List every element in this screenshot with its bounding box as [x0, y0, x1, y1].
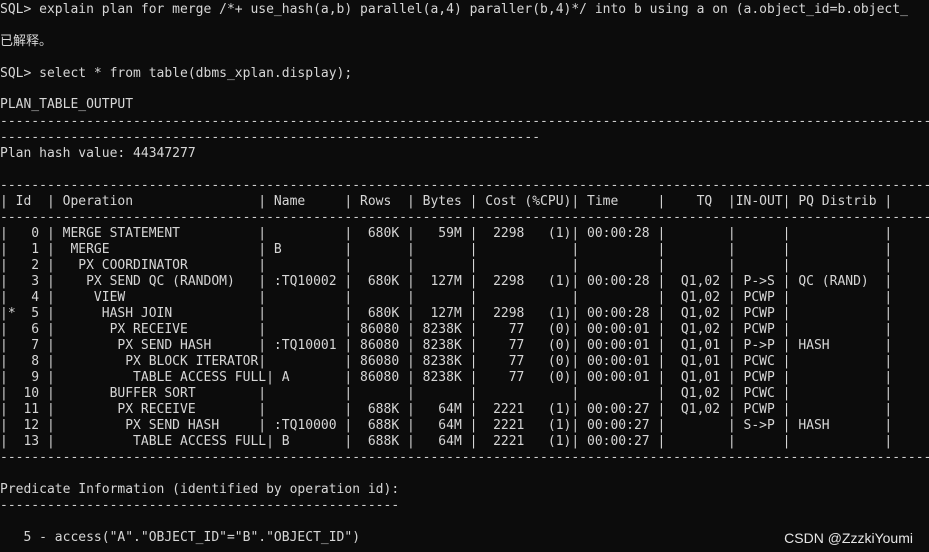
- table-row: | 1 | MERGE | B | | | | | | | |: [0, 242, 893, 257]
- csdn-watermark: CSDN @ZzzkiYoumi: [784, 530, 913, 546]
- sql-command-select: SQL> select * from table(dbms_xplan.disp…: [0, 66, 353, 81]
- separator-line-short: ----------------------------------------…: [0, 130, 541, 145]
- separator-line: ----------------------------------------…: [0, 114, 929, 129]
- table-row: | 9 | TABLE ACCESS FULL| A | 86080 | 823…: [0, 370, 893, 385]
- table-row: | 13 | TABLE ACCESS FULL| B | 688K | 64M…: [0, 434, 893, 449]
- table-row: | 8 | PX BLOCK ITERATOR| | 86080 | 8238K…: [0, 354, 893, 369]
- table-row: | 0 | MERGE STATEMENT | | 680K | 59M | 2…: [0, 226, 893, 241]
- table-row: | 11 | PX RECEIVE | | 688K | 64M | 2221 …: [0, 402, 893, 417]
- table-row: | 2 | PX COORDINATOR | | | | | | | | |: [0, 258, 893, 273]
- table-row: | 6 | PX RECEIVE | | 86080 | 8238K | 77 …: [0, 322, 893, 337]
- table-row: | 12 | PX SEND HASH | :TQ10000 | 688K | …: [0, 418, 893, 433]
- table-row: | 4 | VIEW | | | | | | Q1,02 | PCWP | |: [0, 290, 893, 305]
- table-header-separator: ----------------------------------------…: [0, 210, 929, 225]
- table-row: |* 5 | HASH JOIN | | 680K | 127M | 2298 …: [0, 306, 893, 321]
- plan-table-output-header: PLAN_TABLE_OUTPUT: [0, 97, 134, 112]
- plan-hash-value: Plan hash value: 44347277: [0, 146, 196, 161]
- predicate-separator: ----------------------------------------…: [0, 498, 400, 513]
- table-top-separator: ----------------------------------------…: [0, 178, 929, 193]
- explained-message: 已解释。: [0, 34, 53, 49]
- sql-command-explain: SQL> explain plan for merge /*+ use_hash…: [0, 2, 908, 17]
- table-row: | 3 | PX SEND QC (RANDOM) | :TQ10002 | 6…: [0, 274, 893, 289]
- table-row: | 10 | BUFFER SORT | | | | | | Q1,02 | P…: [0, 386, 893, 401]
- predicate-information-title: Predicate Information (identified by ope…: [0, 482, 400, 497]
- table-bottom-separator: ----------------------------------------…: [0, 450, 929, 465]
- table-row: | 7 | PX SEND HASH | :TQ10001 | 86080 | …: [0, 338, 893, 353]
- terminal-window[interactable]: SQL> explain plan for merge /*+ use_hash…: [0, 0, 929, 552]
- plan-table-header: | Id | Operation | Name | Rows | Bytes |…: [0, 194, 893, 209]
